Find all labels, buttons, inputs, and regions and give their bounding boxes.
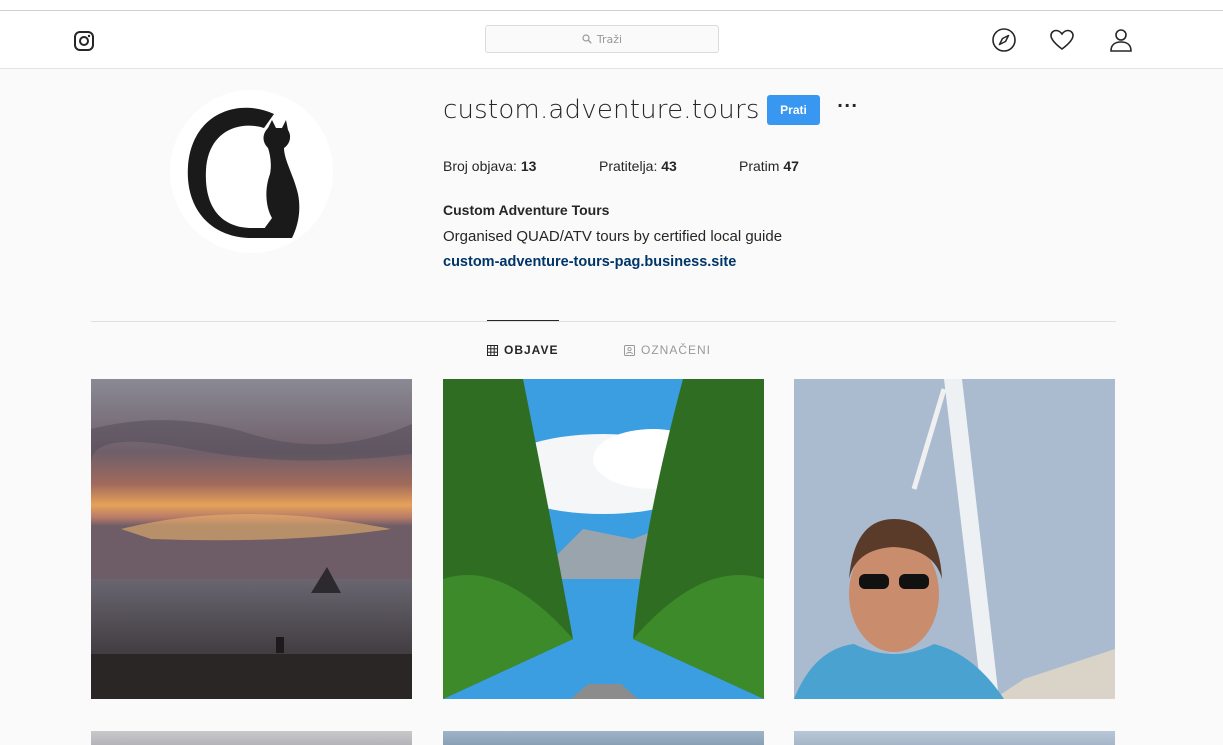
post-thumbnail[interactable] — [443, 379, 764, 699]
profile-website-link[interactable]: custom-adventure-tours-pag.business.site — [443, 254, 736, 270]
tab-posts[interactable]: OBJAVE — [487, 343, 558, 357]
post-thumbnail[interactable] — [91, 731, 412, 745]
compass-icon[interactable] — [991, 27, 1017, 53]
post-thumbnail[interactable] — [794, 731, 1115, 745]
follow-button[interactable]: Prati — [767, 95, 820, 125]
tab-posts-label: OBJAVE — [504, 343, 559, 357]
tab-tagged[interactable]: OZNAČENI — [624, 343, 711, 357]
profile-username: custom.adventure.tours — [443, 95, 760, 125]
active-tab-indicator — [487, 320, 559, 321]
tabs-divider — [91, 321, 1116, 322]
post-thumbnail[interactable] — [794, 379, 1115, 699]
profile-full-name: Custom Adventure Tours — [443, 202, 610, 218]
grid-icon — [487, 344, 498, 356]
avatar[interactable] — [170, 90, 333, 253]
forest-road-photo — [443, 379, 764, 699]
search-icon — [582, 34, 592, 44]
following-count[interactable]: Pratim 47 — [739, 158, 799, 174]
heart-icon[interactable] — [1049, 27, 1075, 53]
top-navigation: Traži — [0, 11, 1223, 69]
browser-top-edge — [0, 0, 1223, 11]
search-input[interactable]: Traži — [485, 25, 719, 53]
post-thumbnail[interactable] — [91, 379, 412, 699]
profile-bio: Organised QUAD/ATV tours by certified lo… — [443, 228, 783, 245]
person-icon[interactable] — [1108, 27, 1134, 53]
post-thumbnail[interactable] — [443, 731, 764, 745]
posts-count: Broj objava: 13 — [443, 158, 537, 174]
selfie-wind-turbine-photo — [794, 379, 1115, 699]
cat-logo-icon — [170, 90, 333, 253]
search-placeholder: Traži — [596, 32, 623, 46]
followers-count[interactable]: Pratitelja: 43 — [599, 158, 677, 174]
tagged-icon — [624, 344, 635, 356]
instagram-icon[interactable] — [74, 31, 94, 51]
more-options-icon[interactable]: ··· — [837, 96, 858, 115]
sunset-photo — [91, 379, 412, 699]
tab-tagged-label: OZNAČENI — [641, 343, 712, 357]
